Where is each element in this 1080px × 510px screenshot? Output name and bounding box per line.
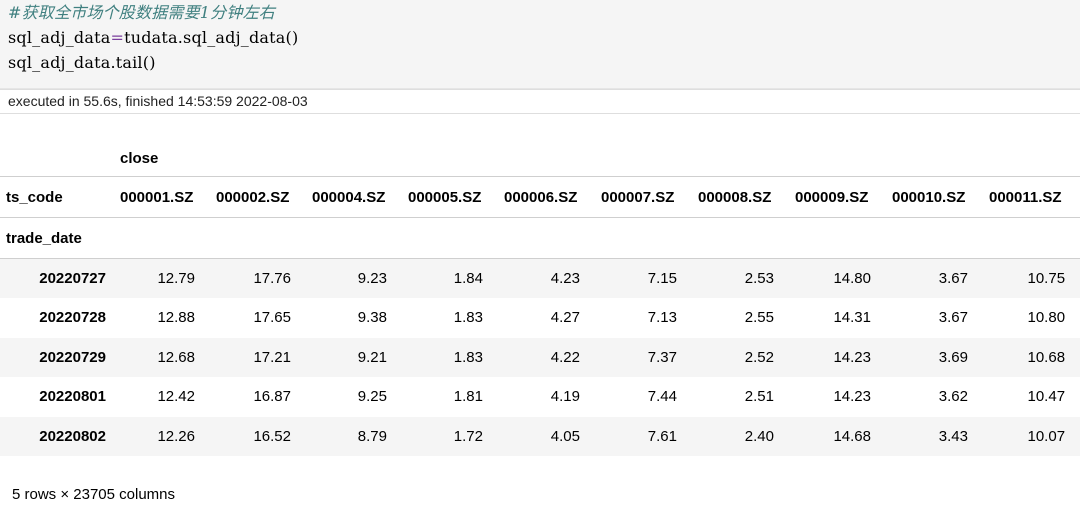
table-cell: 12.68	[157, 348, 195, 366]
table-row: 20220801 12.42 16.87 9.25 1.81 4.19 7.44…	[0, 377, 1080, 417]
table-cell: 16.52	[253, 428, 291, 445]
execution-info-bar: executed in 55.6s, finished 14:53:59 202…	[0, 89, 1080, 114]
column-header: 000001.SZ	[114, 176, 210, 218]
code-line-2-rhs: tudata.sql_adj_data()	[124, 28, 299, 47]
execution-info-text: executed in 55.6s, finished 14:53:59 202…	[8, 93, 308, 109]
table-cell: 9.25	[357, 388, 387, 406]
column-header: 000007.SZ	[595, 176, 692, 218]
table-cell: 17.65	[253, 309, 291, 327]
row-index-name: trade_date	[0, 217, 114, 259]
table-row: 20220728 12.88 17.65 9.38 1.83 4.27 7.13…	[0, 298, 1080, 338]
table-cell: 4.27	[550, 309, 580, 327]
table-cell: 2.53	[744, 269, 774, 287]
column-header: 000010.SZ	[886, 176, 983, 218]
code-line-3: sql_adj_data.tail()	[8, 53, 156, 72]
table-cell: 1.72	[453, 428, 483, 445]
table-cell: 14.80	[833, 269, 871, 287]
table-cell: 14.31	[833, 309, 871, 327]
code-comment-line: #获取全市场个股数据需要1分钟左右	[8, 3, 275, 22]
table-cell: 17.21	[253, 348, 291, 366]
table-cell: 7.15	[647, 269, 677, 287]
table-cell: 2.55	[744, 309, 774, 327]
table-cell: 4.23	[550, 269, 580, 287]
column-header: 000009.SZ	[789, 176, 886, 218]
dataframe-table: close ts_code 000001.SZ 000002.SZ 000004…	[0, 140, 1080, 456]
table-cell: 1.84	[453, 269, 483, 287]
table-cell: 17.76	[253, 269, 291, 287]
columns-index-name: ts_code	[0, 176, 114, 218]
table-cell: 4.05	[550, 428, 580, 445]
code-line-2-operator: =	[110, 28, 125, 47]
table-cell: 3.43	[938, 428, 968, 445]
code-line-2: sql_adj_data=tudata.sql_adj_data()	[8, 27, 298, 49]
table-row: 20220729 12.68 17.21 9.21 1.83 4.22 7.37…	[0, 337, 1080, 377]
table-cell: 10.07	[1027, 428, 1066, 445]
table-row: 20220802 12.26 16.52 8.79 1.72 4.05 7.61…	[0, 416, 1080, 456]
table-cell: 10.80	[1027, 309, 1066, 327]
table-cell: 9.21	[357, 348, 387, 366]
table-cell: 14.68	[833, 428, 871, 445]
table-cell: 3.69	[938, 348, 968, 366]
table-cell: 2.51	[744, 388, 774, 406]
table-cell: 7.13	[647, 309, 677, 327]
row-index-date: 20220728	[39, 309, 106, 327]
header-spacer	[0, 140, 114, 177]
table-cell: 10.47	[1027, 388, 1066, 406]
table-cell: 2.40	[744, 428, 774, 445]
table-cell: 10.75	[1027, 269, 1066, 287]
column-header: 000011.SZ	[983, 176, 1080, 218]
table-cell: 10.68	[1027, 348, 1066, 366]
table-cell: 16.87	[253, 388, 291, 406]
column-header: 000008.SZ	[692, 176, 789, 218]
table-cell: 3.62	[938, 388, 968, 406]
column-header: 000005.SZ	[402, 176, 498, 218]
row-index-date: 20220729	[39, 348, 106, 366]
code-cell[interactable]: #获取全市场个股数据需要1分钟左右 sql_adj_data=tudata.sq…	[0, 0, 1080, 89]
table-cell: 1.83	[453, 309, 483, 327]
code-line-2-lhs: sql_adj_data	[8, 28, 111, 47]
table-cell: 4.22	[550, 348, 580, 366]
table-cell: 9.38	[357, 309, 387, 327]
table-cell: 12.42	[157, 388, 195, 406]
column-header: 000006.SZ	[498, 176, 595, 218]
table-cell: 1.81	[453, 388, 483, 406]
table-cell: 1.83	[453, 348, 483, 366]
table-cell: 7.44	[647, 388, 677, 406]
table-cell: 7.61	[647, 428, 677, 445]
column-group-close: close	[120, 149, 159, 167]
column-header: 000004.SZ	[306, 176, 402, 218]
table-cell: 14.23	[833, 388, 871, 406]
column-header: 000002.SZ	[210, 176, 306, 218]
table-cell: 8.79	[357, 428, 387, 445]
row-index-date: 20220801	[39, 388, 106, 406]
table-cell: 2.52	[744, 348, 774, 366]
table-row: 20220727 12.79 17.76 9.23 1.84 4.23 7.15…	[0, 258, 1080, 298]
row-index-date: 20220727	[39, 269, 106, 287]
ts-code-header-row: ts_code 000001.SZ 000002.SZ 000004.SZ 00…	[0, 176, 1080, 218]
table-cell: 12.88	[157, 309, 195, 327]
table-cell: 4.19	[550, 388, 580, 406]
table-cell: 9.23	[357, 269, 387, 287]
header-blank	[114, 217, 1080, 259]
table-cell: 12.79	[157, 269, 195, 287]
table-cell: 14.23	[833, 348, 871, 366]
notebook-page: #获取全市场个股数据需要1分钟左右 sql_adj_data=tudata.sq…	[0, 0, 1080, 510]
table-cell: 3.67	[938, 269, 968, 287]
trade-date-header-row: trade_date	[0, 217, 1080, 259]
table-cell: 7.37	[647, 348, 677, 366]
column-group-header-row: close	[0, 140, 1080, 177]
row-index-date: 20220802	[39, 428, 106, 445]
table-cell: 12.26	[157, 428, 195, 445]
table-cell: 3.67	[938, 309, 968, 327]
dataframe-shape-summary: 5 rows × 23705 columns	[12, 486, 176, 503]
